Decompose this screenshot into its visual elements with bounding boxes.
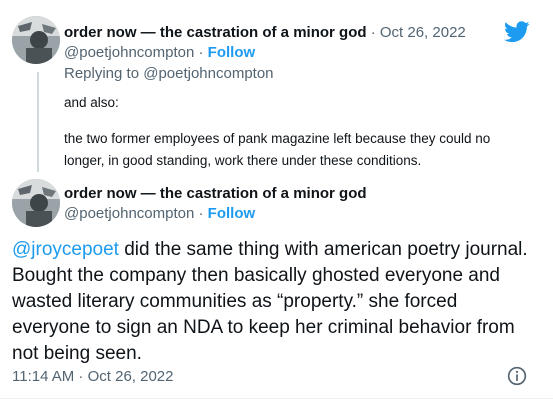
author-handle[interactable]: @poetjohncompton	[64, 205, 194, 222]
tweet-timestamp[interactable]: 11:14 AM · Oct 26, 2022	[12, 368, 173, 385]
embedded-tweet-card: order now — the castration of a minor go…	[0, 0, 553, 402]
author-display-name[interactable]: order now — the castration of a minor go…	[64, 185, 367, 202]
reply-paragraph: and also:	[64, 95, 119, 110]
reply-paragraph: the two former employees of pank magazin…	[64, 131, 491, 168]
author-avatar-main[interactable]	[12, 179, 60, 227]
author-avatar-top[interactable]	[12, 16, 60, 64]
separator-dot: ·	[198, 44, 204, 61]
separator-dot: ·	[370, 24, 376, 41]
follow-button-main[interactable]: Follow	[208, 205, 256, 222]
reply-tweet-body: and also: the two former employees of pa…	[64, 92, 534, 186]
handle-line-top: @poetjohncompton · Follow	[64, 44, 255, 61]
replying-to-label[interactable]: Replying to @poetjohncompton	[64, 65, 274, 82]
tweet-date[interactable]: Oct 26, 2022	[380, 24, 466, 41]
thread-connector-line	[37, 72, 39, 172]
author-name-top[interactable]: order now — the castration of a minor go…	[64, 24, 466, 41]
follow-button-top[interactable]: Follow	[208, 44, 256, 61]
author-name-main[interactable]: order now — the castration of a minor go…	[64, 185, 367, 202]
handle-line-main: @poetjohncompton · Follow	[64, 205, 255, 222]
mention-link[interactable]: @jroycepoet	[12, 239, 119, 260]
separator-dot: ·	[198, 205, 204, 222]
divider	[0, 398, 553, 399]
info-circle-icon[interactable]	[507, 366, 527, 386]
author-handle[interactable]: @poetjohncompton	[64, 44, 194, 61]
main-tweet-text: @jroycepoet did the same thing with amer…	[12, 237, 532, 367]
author-display-name[interactable]: order now — the castration of a minor go…	[64, 24, 367, 41]
twitter-bird-icon[interactable]	[504, 21, 530, 43]
